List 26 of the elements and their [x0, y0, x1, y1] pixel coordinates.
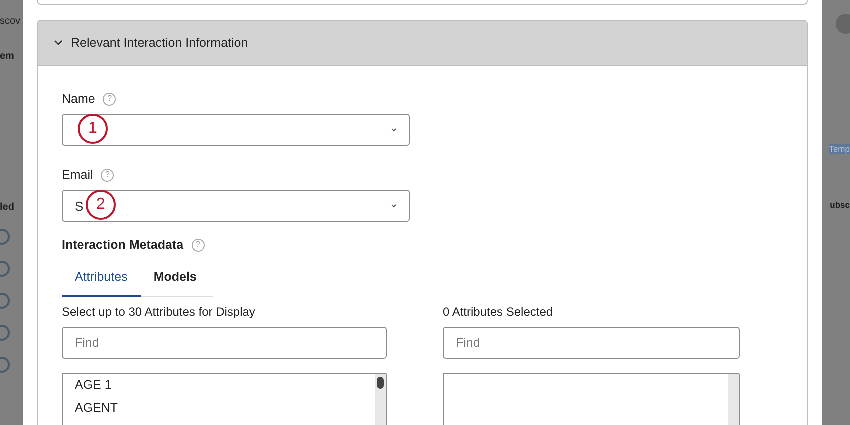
column-heading: led [0, 202, 14, 213]
chevron-down-icon[interactable] [54, 40, 63, 46]
section-title: Relevant Interaction Information [71, 36, 248, 50]
dropdown-field[interactable]: 1 [62, 114, 410, 146]
caret-icon [391, 204, 397, 208]
dropdown-field[interactable]: S 2 [62, 190, 410, 222]
annotation-marker: 1 [78, 114, 108, 144]
list-label: 0 Attributes Selected [443, 305, 554, 319]
find-field[interactable]: Find [62, 327, 387, 359]
field-label: Email [62, 168, 94, 182]
attribute-item[interactable]: AGE 1 [75, 378, 118, 392]
page-text: scov [0, 16, 21, 27]
section-subtitle: Interaction Metadata [62, 238, 184, 252]
page-heading: em [0, 51, 14, 62]
annotation-marker: 2 [86, 190, 116, 220]
caret-icon [391, 128, 397, 132]
find-field[interactable]: Find [443, 327, 740, 359]
list-label: Select up to 30 Attributes for Display [62, 305, 256, 319]
column-heading: ubsc [830, 200, 850, 210]
avatar[interactable] [836, 14, 850, 34]
tab[interactable]: Attributes [62, 260, 141, 297]
tab[interactable]: Models [140, 260, 210, 297]
attribute-item[interactable]: AGENT [75, 401, 118, 415]
field-label: Name [62, 92, 96, 106]
scrollbar-thumb[interactable] [377, 377, 384, 389]
section-header[interactable]: Relevant Interaction Information [38, 21, 807, 66]
